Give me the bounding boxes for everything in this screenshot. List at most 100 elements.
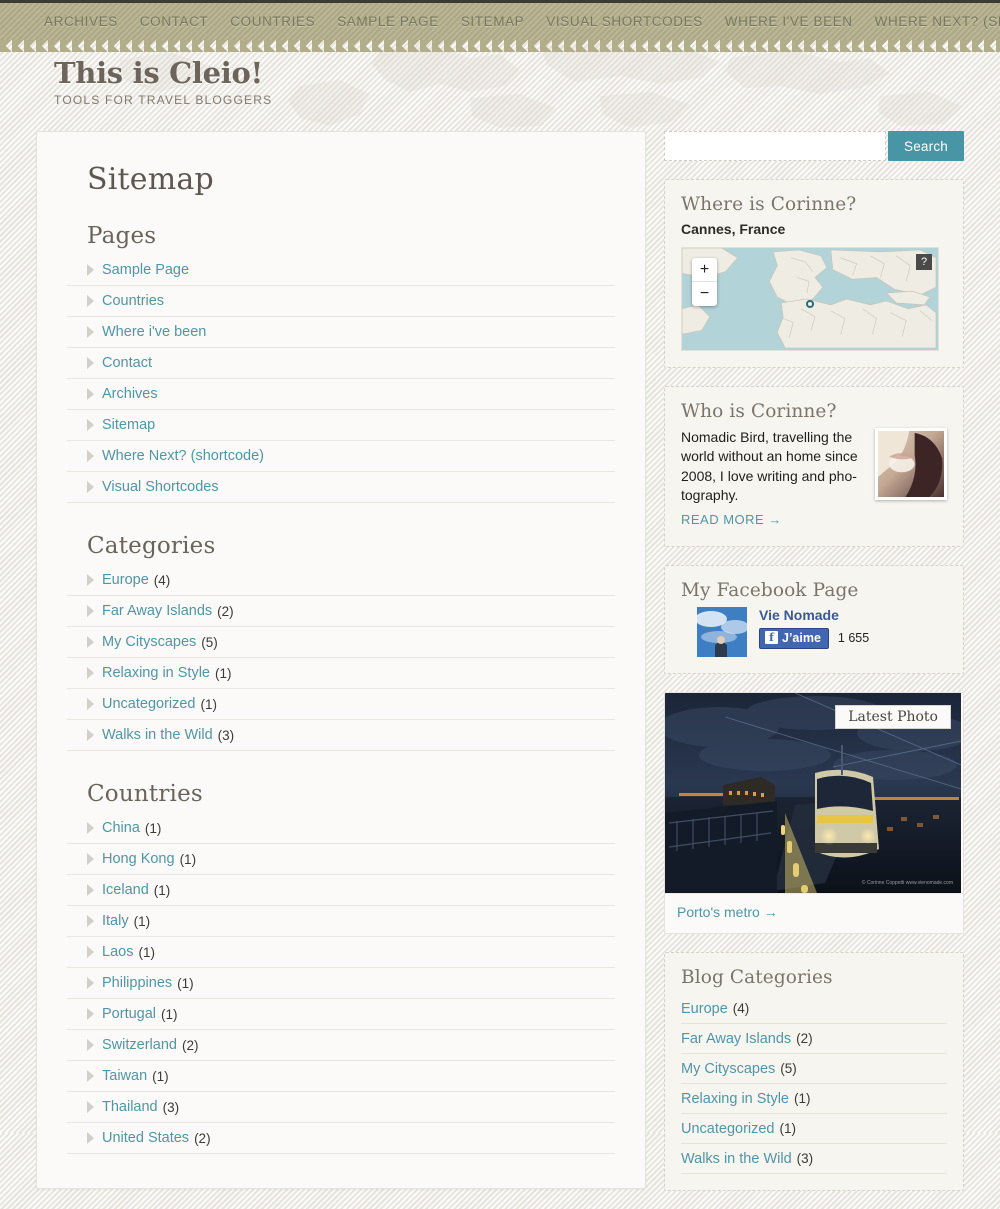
facebook-like-button[interactable]: f J’aime	[759, 627, 829, 649]
map-zoom-controls[interactable]: + −	[692, 258, 717, 306]
sitemap-link[interactable]: Sitemap	[102, 417, 155, 433]
country-link[interactable]: China	[102, 820, 140, 836]
list-item[interactable]: Uncategorized (1)	[681, 1114, 947, 1144]
blog-category-count: (3)	[796, 1150, 814, 1166]
country-link[interactable]: Hong Kong	[102, 851, 175, 867]
list-item[interactable]: Uncategorized (1)	[67, 689, 615, 720]
country-count: (1)	[152, 1068, 169, 1084]
category-link[interactable]: My Cityscapes	[102, 634, 196, 650]
bio-paragraph: Nomadic Bird, travelling the world witho…	[681, 429, 858, 503]
list-item[interactable]: Walks in the Wild (3)	[681, 1144, 947, 1174]
latest-photo-badge: Latest Photo	[835, 704, 951, 729]
sitemap-link[interactable]: Where i've been	[102, 324, 206, 340]
triangle-bullet-icon	[87, 1008, 94, 1020]
nav-item-countries[interactable]: COUNTRIES	[230, 14, 315, 29]
list-item[interactable]: Where i've been	[67, 317, 615, 348]
category-link[interactable]: Walks in the Wild	[102, 727, 213, 743]
blog-category-link[interactable]: My Cityscapes	[681, 1061, 775, 1077]
category-link[interactable]: Relaxing in Style	[102, 665, 210, 681]
country-link[interactable]: Taiwan	[102, 1068, 147, 1084]
list-item[interactable]: Walks in the Wild (3)	[67, 720, 615, 751]
sitemap-link[interactable]: Visual Shortcodes	[102, 479, 219, 495]
list-item[interactable]: Thailand (3)	[67, 1092, 615, 1123]
list-item[interactable]: Relaxing in Style (1)	[681, 1084, 947, 1114]
map-location-marker[interactable]	[806, 300, 814, 308]
nav-item-sample-page[interactable]: SAMPLE PAGE	[337, 14, 439, 29]
list-item[interactable]: Portugal (1)	[67, 999, 615, 1030]
list-item[interactable]: Taiwan (1)	[67, 1061, 615, 1092]
blog-category-link[interactable]: Far Away Islands	[681, 1031, 791, 1047]
sitemap-link[interactable]: Contact	[102, 355, 152, 371]
widget-title-who: Who is Corinne?	[681, 401, 837, 422]
country-link[interactable]: United States	[102, 1130, 189, 1146]
nav-item-visual-shortcodes[interactable]: VISUAL SHORTCODES	[546, 14, 703, 29]
blog-category-count: (2)	[796, 1030, 813, 1046]
list-item[interactable]: Italy (1)	[67, 906, 615, 937]
facebook-like-label: J’aime	[782, 630, 821, 645]
list-item[interactable]: Philippines (1)	[67, 968, 615, 999]
category-count: (2)	[217, 603, 234, 619]
country-link[interactable]: Switzerland	[102, 1037, 177, 1053]
country-link[interactable]: Portugal	[102, 1006, 156, 1022]
blog-category-link[interactable]: Uncategorized	[681, 1121, 775, 1137]
list-item[interactable]: Archives	[67, 379, 615, 410]
list-item[interactable]: Iceland (1)	[67, 875, 615, 906]
sitemap-link[interactable]: Sample Page	[102, 262, 189, 278]
list-item[interactable]: Switzerland (2)	[67, 1030, 615, 1061]
country-link[interactable]: Laos	[102, 944, 133, 960]
nav-item-archives[interactable]: ARCHIVES	[44, 14, 118, 29]
list-item[interactable]: Far Away Islands (2)	[67, 596, 615, 627]
list-item[interactable]: Contact	[67, 348, 615, 379]
list-item[interactable]: Laos (1)	[67, 937, 615, 968]
list-item[interactable]: Europe (4)	[67, 565, 615, 596]
category-link[interactable]: Europe	[102, 572, 149, 588]
search-button[interactable]: Search	[888, 131, 964, 161]
nav-item-sitemap[interactable]: SITEMAP	[461, 14, 524, 29]
nav-item-where-ive-been[interactable]: WHERE I'VE BEEN	[725, 14, 853, 29]
list-item[interactable]: Hong Kong (1)	[67, 844, 615, 875]
nav-zigzag-edge	[0, 40, 1000, 52]
nav-item-where-next[interactable]: WHERE NEXT? (SHORTCODE)	[875, 14, 1000, 29]
map-help-button[interactable]: ?	[916, 254, 932, 270]
country-count: (3)	[162, 1099, 180, 1115]
country-link[interactable]: Philippines	[102, 975, 172, 991]
list-item[interactable]: Sitemap	[67, 410, 615, 441]
category-link[interactable]: Uncategorized	[102, 696, 196, 712]
list-item[interactable]: Visual Shortcodes	[67, 472, 615, 503]
sidebar: Search Where is Corinne? Cannes, France	[664, 131, 964, 1209]
country-link[interactable]: Iceland	[102, 882, 149, 898]
list-item[interactable]: My Cityscapes (5)	[681, 1054, 947, 1084]
map-zoom-in-button[interactable]: +	[692, 258, 717, 282]
country-link[interactable]: Thailand	[102, 1099, 158, 1115]
blog-category-link[interactable]: Europe	[681, 1001, 728, 1017]
list-item[interactable]: Relaxing in Style (1)	[67, 658, 615, 689]
facebook-page-thumbnail[interactable]	[697, 606, 747, 657]
list-item[interactable]: Countries	[67, 286, 615, 317]
map-zoom-out-button[interactable]: −	[692, 282, 717, 306]
list-item[interactable]: China (1)	[67, 813, 615, 844]
list-item[interactable]: Where Next? (shortcode)	[67, 441, 615, 472]
sitemap-link[interactable]: Countries	[102, 293, 164, 309]
list-item[interactable]: Far Away Islands (2)	[681, 1024, 947, 1054]
blog-category-link[interactable]: Relaxing in Style	[681, 1091, 789, 1107]
list-item[interactable]: Sample Page	[67, 255, 615, 286]
list-item[interactable]: My Cityscapes (5)	[67, 627, 615, 658]
list-item[interactable]: United States (2)	[67, 1123, 615, 1154]
sitemap-link[interactable]: Where Next? (shortcode)	[102, 448, 264, 464]
location-map[interactable]: + − ?	[681, 247, 939, 351]
latest-photo[interactable]: Latest Photo © Corinne Coppetti www.vien…	[665, 692, 961, 893]
latest-photo-link[interactable]: Porto's metro →	[677, 904, 778, 920]
triangle-bullet-icon	[87, 1070, 94, 1082]
blog-category-count: (1)	[779, 1120, 797, 1136]
sitemap-link[interactable]: Archives	[102, 386, 158, 402]
search-input[interactable]	[664, 131, 886, 161]
country-link[interactable]: Italy	[102, 913, 129, 929]
nav-item-contact[interactable]: CONTACT	[140, 14, 208, 29]
avatar[interactable]	[875, 428, 947, 500]
facebook-page-name[interactable]: Vie Nomade	[759, 607, 869, 623]
blog-category-link[interactable]: Walks in the Wild	[681, 1151, 792, 1167]
category-link[interactable]: Far Away Islands	[102, 603, 212, 619]
site-branding[interactable]: This is Cleio! TOOLS FOR TRAVEL BLOGGERS	[54, 58, 272, 108]
read-more-link[interactable]: READ MORE →	[681, 511, 782, 529]
list-item[interactable]: Europe (4)	[681, 994, 947, 1024]
